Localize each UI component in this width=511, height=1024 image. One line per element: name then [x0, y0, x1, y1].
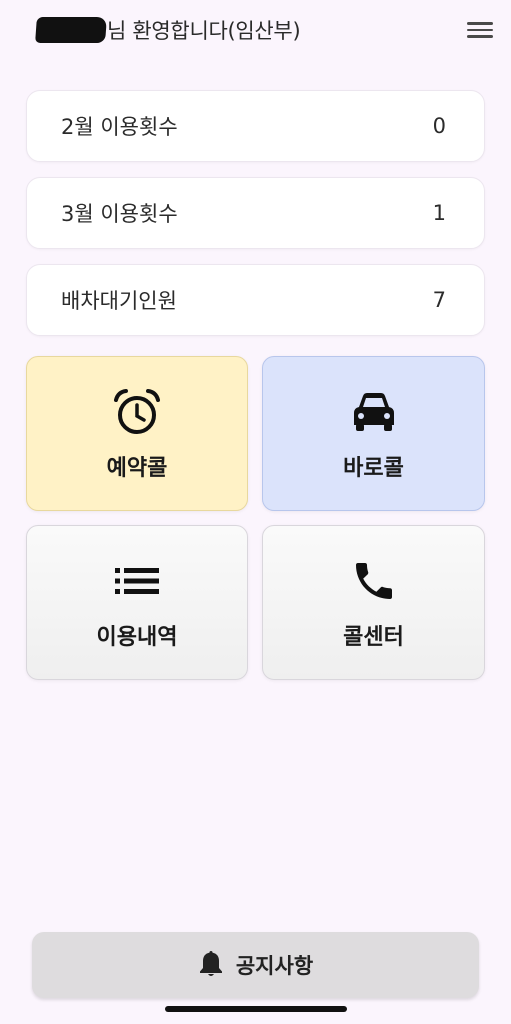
reservation-call-button[interactable]: 예약콜: [26, 356, 248, 511]
stat-label: 3월 이용횟수: [61, 202, 178, 226]
app-screen: 님 환영합니다(임산부) 2월 이용횟수 0 3월 이용횟수 1 배차대기인원 …: [0, 0, 511, 1024]
stat-card-feb-usage: 2월 이용횟수 0: [26, 90, 485, 162]
stat-label: 배차대기인원: [61, 289, 177, 313]
notice-button[interactable]: 공지사항: [32, 932, 479, 998]
notice-label: 공지사항: [235, 954, 314, 978]
alarm-clock-icon: [111, 386, 163, 438]
tile-label: 예약콜: [106, 455, 168, 481]
home-indicator[interactable]: [165, 1006, 347, 1012]
stat-value: 7: [432, 288, 446, 312]
stat-label: 2월 이용횟수: [61, 115, 178, 139]
usage-history-button[interactable]: 이용내역: [26, 525, 248, 680]
header: 님 환영합니다(임산부): [35, 12, 493, 48]
tile-label: 이용내역: [96, 624, 178, 650]
stat-value: 1: [432, 201, 446, 225]
stat-card-mar-usage: 3월 이용횟수 1: [26, 177, 485, 249]
greeting-text: 님 환영합니다(임산부): [107, 19, 301, 43]
car-icon: [348, 386, 400, 438]
action-tiles: 예약콜 바로콜 이용내역 콜센터: [26, 356, 485, 680]
call-center-button[interactable]: 콜센터: [262, 525, 485, 680]
instant-call-button[interactable]: 바로콜: [262, 356, 485, 511]
tile-label: 콜센터: [343, 624, 404, 650]
list-icon: [111, 555, 163, 607]
stat-value: 0: [432, 114, 446, 138]
bell-icon: [198, 949, 224, 982]
phone-icon: [348, 555, 400, 607]
greeting: 님 환영합니다(임산부): [35, 15, 301, 45]
tile-label: 바로콜: [343, 455, 404, 481]
stat-card-waiting: 배차대기인원 7: [26, 264, 485, 336]
redacted-username: [35, 17, 107, 43]
hamburger-menu-icon[interactable]: [467, 19, 493, 41]
stats-list: 2월 이용횟수 0 3월 이용횟수 1 배차대기인원 7: [26, 90, 485, 351]
